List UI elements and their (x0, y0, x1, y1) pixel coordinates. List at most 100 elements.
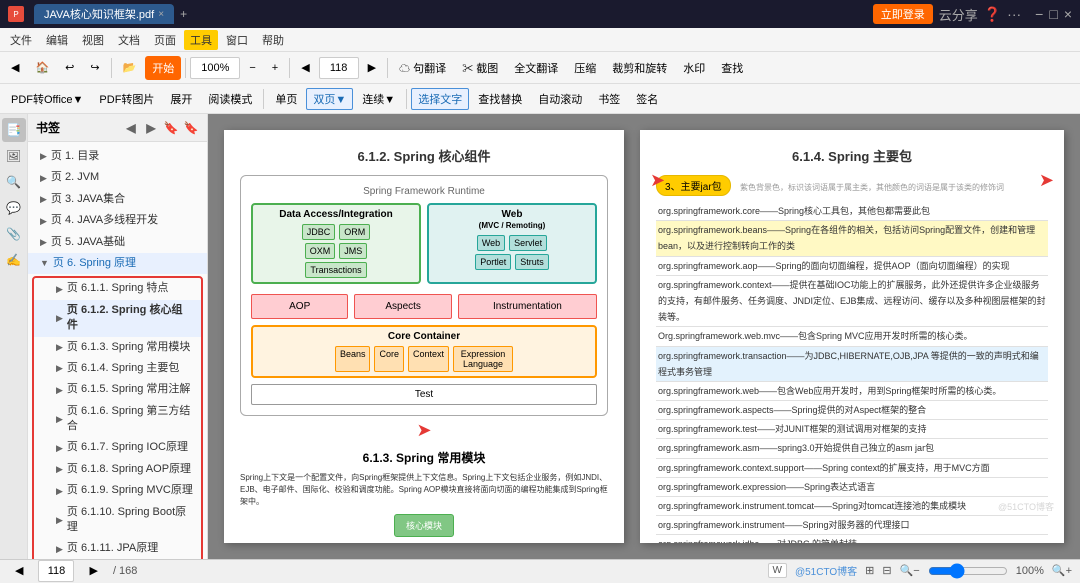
find-replace-btn[interactable]: 查找替换 (471, 88, 529, 110)
page-input[interactable] (319, 57, 359, 79)
comment-btn[interactable]: ❓ (984, 6, 1001, 23)
min-btn[interactable]: − (1035, 6, 1043, 22)
translate-btn[interactable]: ☁ 句翻译 (392, 56, 453, 80)
fulltext-btn[interactable]: 全文翻译 (507, 56, 565, 80)
max-btn[interactable]: □ (1049, 6, 1057, 22)
fit-width-icon[interactable]: ⊞ (865, 564, 874, 577)
zoom-out-icon[interactable]: 🔍− (900, 564, 920, 577)
zoom-out-btn[interactable]: − (242, 56, 262, 80)
double-page-btn[interactable]: 双页▼ (306, 88, 353, 110)
pdf-img-btn[interactable]: PDF转图片 (92, 88, 161, 110)
toc-jpa[interactable]: ▶页 6.1.11. JPA原理 (34, 538, 201, 559)
icon-sign[interactable]: ✍ (2, 248, 26, 272)
menu-file[interactable]: 文件 (4, 30, 38, 50)
toc-item-java5[interactable]: ▶页 5. JAVA基础 (28, 232, 207, 253)
menu-doc[interactable]: 文档 (112, 30, 146, 50)
toc-spring-ann[interactable]: ▶页 6.1.5. Spring 常用注解 (34, 379, 201, 400)
panel-icon-4[interactable]: 🔖 (183, 120, 199, 136)
core-container-box: Core Container Beans Core Context Expres… (251, 325, 597, 378)
menu-page[interactable]: 页面 (148, 30, 182, 50)
toc-spring-3rd[interactable]: ▶页 6.1.6. Spring 第三方结合 (34, 401, 201, 438)
menu-help[interactable]: 帮助 (256, 30, 290, 50)
oxm-box: OXM (305, 243, 336, 259)
watermark-btn[interactable]: 水印 (676, 56, 712, 80)
back-btn[interactable]: ◀ (4, 56, 26, 80)
toc-item-toc[interactable]: ▶页 1. 目录 (28, 146, 207, 167)
pdf-office-btn[interactable]: PDF转Office▼ (4, 88, 90, 110)
more-btn[interactable]: ··· (1007, 6, 1021, 22)
menu-edit[interactable]: 编辑 (40, 30, 74, 50)
jar-item-7: org.springframework.aspects——Spring提供的对A… (656, 401, 1048, 420)
data-access-label: Data Access/Integration (257, 209, 415, 220)
icon-comment[interactable]: 💬 (2, 196, 26, 220)
screenshot-btn[interactable]: ✂ 截图 (455, 56, 505, 80)
toc-spring-ioc[interactable]: ▶页 6.1.7. Spring IOC原理 (34, 437, 201, 458)
read-mode-btn[interactable]: 阅读模式 (201, 88, 259, 110)
jar-item-6: org.springframework.web——包含Web应用开发时，用到Sp… (656, 382, 1048, 401)
icon-search[interactable]: 🔍 (2, 170, 26, 194)
beans-box: Beans (335, 346, 371, 372)
toc-spring-feat[interactable]: ▶页 6.1.1. Spring 特点 (34, 278, 201, 299)
icon-bookmark[interactable]: 📑 (2, 118, 26, 142)
toc-item-spring[interactable]: ▼页 6. Spring 原理 (28, 253, 207, 274)
home-btn[interactable]: 🏠 (28, 56, 56, 80)
panel-icon-2[interactable]: ▶ (143, 120, 159, 136)
icon-attach[interactable]: 📎 (2, 222, 26, 246)
undo-btn[interactable]: ↩ (58, 56, 81, 80)
toc-spring-jar[interactable]: ▶页 6.1.4. Spring 主要包 (34, 358, 201, 379)
aop-box: AOP (251, 294, 348, 319)
prev-page-btn[interactable]: ◀ (294, 56, 316, 80)
continuous-btn[interactable]: 连续▼ (355, 88, 402, 110)
zoom-input[interactable] (190, 57, 240, 79)
menu-view[interactable]: 视图 (76, 30, 110, 50)
module-section: 6.1.3. Spring 常用模块 Spring上下文是一个配置文件，向Spr… (240, 449, 608, 543)
tab-close-btn[interactable]: × (158, 9, 164, 20)
jar-item-1: org.springframework.beans——Spring在各组件的相关… (656, 221, 1048, 256)
spring-subtoc: ▶页 6.1.1. Spring 特点 ▶页 6.1.2. Spring 核心组… (32, 276, 203, 559)
transactions-box: Transactions (305, 262, 366, 278)
toc-item-java3[interactable]: ▶页 3. JAVA集合 (28, 189, 207, 210)
current-tab[interactable]: JAVA核心知识框架.pdf × (34, 4, 174, 24)
status-prev-btn[interactable]: ◀ (8, 559, 30, 583)
zoom-in-icon[interactable]: 🔍+ (1052, 564, 1072, 577)
status-page-input[interactable] (38, 560, 74, 582)
fit-page-icon[interactable]: ⊟ (882, 564, 891, 577)
panel-icon-1[interactable]: ◀ (123, 120, 139, 136)
menu-tools[interactable]: 工具 (184, 30, 218, 50)
start-btn[interactable]: 开始 (145, 56, 181, 80)
panel-icon-3[interactable]: 🔖 (163, 120, 179, 136)
expand-btn[interactable]: 展开 (163, 88, 199, 110)
redo-btn[interactable]: ↪ (83, 56, 106, 80)
cut-btn[interactable]: 裁剪和旋转 (605, 56, 674, 80)
zoom-in-btn[interactable]: + (265, 56, 285, 80)
login-btn[interactable]: 立即登录 (873, 4, 933, 24)
close-window-btn[interactable]: × (1064, 6, 1072, 22)
bookmark-btn[interactable]: 书签 (591, 88, 627, 110)
toc-spring-boot[interactable]: ▶页 6.1.10. Spring Boot原理 (34, 502, 201, 539)
next-page-btn[interactable]: ▶ (361, 56, 383, 80)
sign-btn[interactable]: 签名 (629, 88, 665, 110)
icon-thumbnail[interactable]: 🖼 (2, 144, 26, 168)
find-btn[interactable]: 查找 (714, 56, 750, 80)
menu-window[interactable]: 窗口 (220, 30, 254, 50)
auto-scroll-btn[interactable]: 自动滚动 (531, 88, 589, 110)
open-btn[interactable]: 📂 (116, 56, 144, 80)
toc-item-java4[interactable]: ▶页 4. JAVA多线程开发 (28, 210, 207, 231)
toc-spring-core[interactable]: ▶页 6.1.2. Spring 核心组件 (34, 300, 201, 337)
new-tab-btn[interactable]: + (180, 7, 187, 21)
icon-bar: 📑 🖼 🔍 💬 📎 ✍ (0, 114, 28, 559)
toc-spring-mod[interactable]: ▶页 6.1.3. Spring 常用模块 (34, 337, 201, 358)
title-actions: 立即登录 云分享 ❓ ··· − □ × (873, 4, 1072, 24)
single-page-btn[interactable]: 单页 (268, 88, 304, 110)
toc-spring-aop[interactable]: ▶页 6.1.8. Spring AOP原理 (34, 459, 201, 480)
compress-btn[interactable]: 压缩 (567, 56, 603, 80)
site-label: @51CTO博客 (795, 563, 857, 578)
toc-spring-mvc[interactable]: ▶页 6.1.9. Spring MVC原理 (34, 480, 201, 501)
watermark-icon[interactable]: W (768, 563, 787, 578)
share-btn[interactable]: 云分享 (939, 5, 978, 24)
status-next-btn[interactable]: ▶ (82, 559, 104, 583)
toc-item-jvm[interactable]: ▶页 2. JVM (28, 167, 207, 188)
menu-bar: 文件 编辑 视图 文档 页面 工具 窗口 帮助 (0, 28, 1080, 52)
zoom-slider[interactable] (928, 563, 1008, 579)
select-text-btn[interactable]: 选择文字 (411, 88, 469, 110)
